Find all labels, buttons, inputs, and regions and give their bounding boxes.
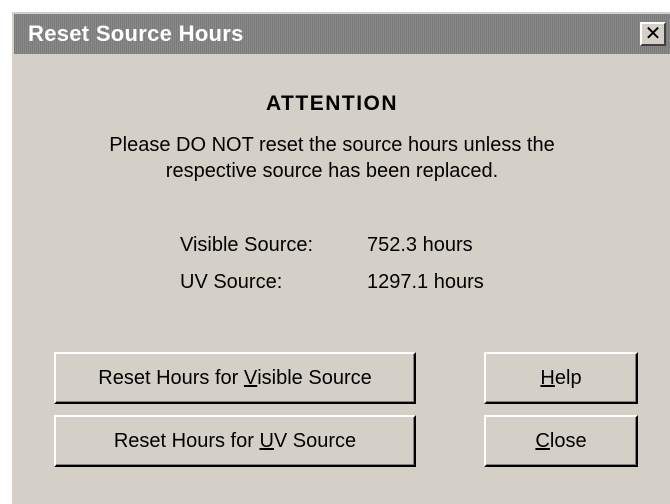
reset-visible-source-button[interactable]: Reset Hours for Visible Source: [54, 352, 416, 404]
title-bar: Reset Source Hours ✕: [14, 14, 670, 54]
reset-uv-label-suffix: V Source: [273, 429, 357, 452]
reset-visible-label-prefix: Reset Hours for: [98, 366, 244, 389]
close-window-button[interactable]: ✕: [640, 22, 666, 46]
window-title: Reset Source Hours: [28, 21, 244, 46]
attention-heading: ATTENTION: [265, 92, 399, 115]
visible-source-label: Visible Source:: [180, 234, 314, 256]
reset-source-hours-dialog: Reset Source Hours ✕ ATTENTION Please DO…: [10, 10, 670, 504]
close-icon: ✕: [644, 23, 662, 45]
reset-visible-label-mnemonic: V: [243, 366, 258, 389]
help-label-mnemonic: H: [540, 366, 555, 389]
reset-uv-source-button[interactable]: Reset Hours for UV Source: [54, 415, 416, 467]
close-label-suffix: lose: [549, 429, 587, 452]
uv-source-label: UV Source:: [180, 271, 283, 293]
close-button[interactable]: Close: [484, 415, 638, 467]
warning-line-2: respective source has been replaced.: [165, 160, 499, 182]
reset-visible-label-suffix: isible Source: [257, 366, 372, 389]
close-label-mnemonic: C: [535, 429, 550, 452]
reset-uv-label-prefix: Reset Hours for: [113, 429, 260, 452]
help-label-suffix: elp: [554, 366, 582, 389]
warning-message: Please DO NOT reset the source hours unl…: [12, 132, 652, 184]
warning-line-1: Please DO NOT reset the source hours unl…: [109, 134, 555, 156]
help-button[interactable]: Help: [484, 352, 638, 404]
uv-source-hours: 1297.1 hours: [367, 271, 484, 293]
visible-source-hours: 752.3 hours: [367, 234, 473, 256]
reset-uv-label-mnemonic: U: [259, 429, 274, 452]
